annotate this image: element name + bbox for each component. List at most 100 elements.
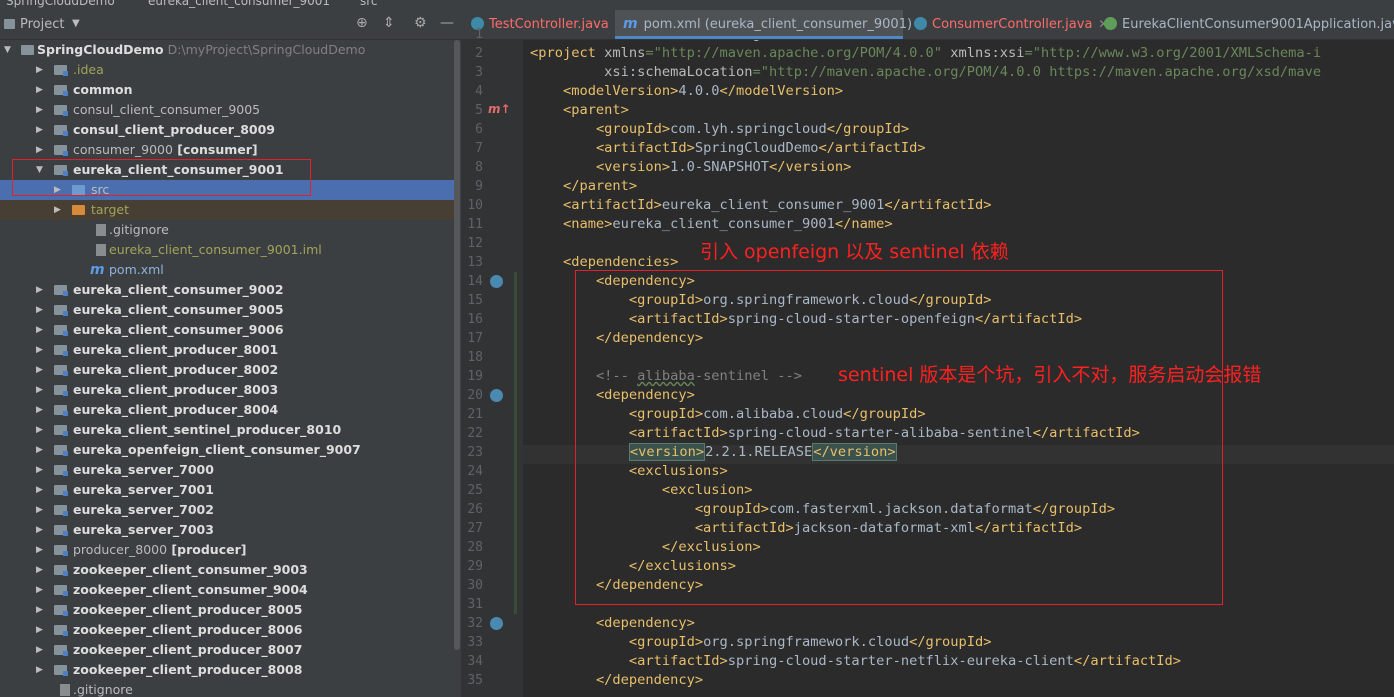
dependency-icon[interactable] xyxy=(490,617,503,630)
breadcrumb-item-module[interactable]: eureka_client_consumer_9001 xyxy=(148,0,330,8)
chevron-right-icon[interactable]: ▶ xyxy=(36,600,43,620)
code-line[interactable]: <artifactId>eureka_client_consumer_9001<… xyxy=(530,196,992,215)
chevron-right-icon[interactable]: ▶ xyxy=(36,520,43,540)
tree-item[interactable]: ▶ eureka_client_consumer_9002 xyxy=(0,280,454,300)
code-line[interactable]: <project xmlns="http://maven.apache.org/… xyxy=(530,44,1321,63)
chevron-right-icon[interactable]: ▶ xyxy=(36,80,43,100)
dependency-icon[interactable] xyxy=(490,389,503,402)
tree-item[interactable]: ▶ zookeeper_client_producer_8008 xyxy=(0,660,454,680)
tree-item[interactable]: .gitignore xyxy=(0,220,454,240)
chevron-right-icon[interactable]: ▶ xyxy=(36,320,43,340)
chevron-right-icon[interactable]: ▶ xyxy=(36,500,43,520)
dependency-icon[interactable] xyxy=(490,275,503,288)
chevron-right-icon[interactable]: ▶ xyxy=(36,440,43,460)
code-line[interactable]: </dependency> xyxy=(530,671,703,690)
code-line[interactable]: <artifactId>SpringCloudDemo</artifactId> xyxy=(530,139,926,158)
tree-item[interactable]: ▶ eureka_server_7003 xyxy=(0,520,454,540)
tree-item[interactable]: ▶ target xyxy=(0,200,454,220)
gear-icon[interactable]: ⚙ xyxy=(414,15,427,31)
editor-tab[interactable]: TestController.java✕ xyxy=(463,10,625,39)
tree-item[interactable]: ▶ .idea xyxy=(0,60,454,80)
code-line[interactable]: <modelVersion>4.0.0</modelVersion> xyxy=(530,82,843,101)
code-line[interactable]: <dependency> xyxy=(530,614,695,633)
code-line[interactable]: xsi:schemaLocation="http://maven.apache.… xyxy=(530,63,1321,82)
tree-item-label: zookeeper_client_consumer_9004 xyxy=(73,580,308,600)
editor-tab[interactable]: EurekaClientConsumer9001Application.java xyxy=(1096,10,1394,39)
chevron-right-icon[interactable]: ▶ xyxy=(36,300,43,320)
tree-item[interactable]: ▶ eureka_server_7001 xyxy=(0,480,454,500)
code-token: version xyxy=(579,40,637,42)
project-scrollbar[interactable] xyxy=(454,40,460,650)
chevron-right-icon[interactable]: ▶ xyxy=(36,420,43,440)
chevron-right-icon[interactable]: ▶ xyxy=(36,560,43,580)
tree-item[interactable]: ▶ zookeeper_client_producer_8007 xyxy=(0,640,454,660)
tree-item[interactable]: ▶ eureka_client_consumer_9005 xyxy=(0,300,454,320)
tree-item[interactable]: ▶ eureka_client_producer_8002 xyxy=(0,360,454,380)
code-token: org.springframework.cloud xyxy=(703,634,910,650)
tree-item[interactable]: ▶ consul_client_consumer_9005 xyxy=(0,100,454,120)
tree-item[interactable]: ▶ eureka_client_consumer_9006 xyxy=(0,320,454,340)
folder-icon xyxy=(54,325,68,336)
tree-item[interactable]: ▶ eureka_client_sentinel_producer_8010 xyxy=(0,420,454,440)
code-line[interactable]: <parent> xyxy=(530,101,629,120)
tree-item[interactable]: ▶ zookeeper_client_consumer_9004 xyxy=(0,580,454,600)
tree-item-name: zookeeper_client_producer_8007 xyxy=(73,642,303,657)
chevron-down-icon[interactable]: ▼ xyxy=(72,18,80,29)
chevron-right-icon[interactable]: ▶ xyxy=(54,200,61,220)
tree-item[interactable]: ▶ zookeeper_client_producer_8006 xyxy=(0,620,454,640)
chevron-right-icon[interactable]: ▶ xyxy=(36,620,43,640)
tree-item[interactable]: .gitignore xyxy=(0,680,454,697)
tree-item[interactable]: ▶ eureka_client_producer_8001 xyxy=(0,340,454,360)
code-token: com.lyh.springcloud xyxy=(670,121,827,137)
editor-tab-label: pom.xml (eureka_client_consumer_9001) xyxy=(643,17,913,32)
code-line[interactable]: <groupId>com.lyh.springcloud</groupId> xyxy=(530,120,909,139)
breadcrumb-item-root[interactable]: SpringCloudDemo xyxy=(6,0,115,8)
code-line[interactable]: </parent> xyxy=(530,177,637,196)
editor-tab[interactable]: mpom.xml (eureka_client_consumer_9001)✕ xyxy=(615,10,928,39)
chevron-right-icon[interactable]: ▶ xyxy=(36,280,43,300)
tree-item[interactable]: ▶ producer_8000 [producer] xyxy=(0,540,454,560)
editor-tab[interactable]: ConsumerController.java✕ xyxy=(906,10,1108,39)
chevron-right-icon[interactable]: ▶ xyxy=(36,640,43,660)
code-line[interactable]: <groupId>org.springframework.cloud</grou… xyxy=(530,633,992,652)
tree-item[interactable]: ▶ eureka_server_7000 xyxy=(0,460,454,480)
project-panel-title[interactable]: Project xyxy=(20,17,64,32)
breadcrumb-item-src[interactable]: src xyxy=(360,0,378,8)
code-line[interactable]: <artifactId>spring-cloud-starter-netflix… xyxy=(530,652,1181,671)
tree-item[interactable]: m pom.xml xyxy=(0,260,454,280)
collapse-all-icon[interactable]: ⇕ xyxy=(383,15,395,31)
tree-item[interactable]: ▶ zookeeper_client_consumer_9003 xyxy=(0,560,454,580)
chevron-right-icon[interactable]: ▶ xyxy=(36,580,43,600)
hide-icon[interactable]: — xyxy=(440,15,454,31)
chevron-right-icon[interactable]: ▶ xyxy=(36,120,43,140)
tree-item[interactable]: ▶ eureka_client_producer_8004 xyxy=(0,400,454,420)
tree-item[interactable]: ▶ consumer_9000 [consumer] xyxy=(0,140,454,160)
chevron-right-icon[interactable]: ▶ xyxy=(36,140,43,160)
chevron-right-icon[interactable]: ▶ xyxy=(36,540,43,560)
chevron-right-icon[interactable]: ▶ xyxy=(36,60,43,80)
tree-item[interactable]: ▶ consul_client_producer_8009 xyxy=(0,120,454,140)
tree-item-tag: [consumer] xyxy=(172,142,258,157)
chevron-right-icon[interactable]: ▶ xyxy=(36,460,43,480)
chevron-right-icon[interactable]: ▶ xyxy=(36,340,43,360)
chevron-right-icon[interactable]: ▶ xyxy=(36,660,43,680)
code-line[interactable]: <name>eureka_client_consumer_9001</name> xyxy=(530,215,893,234)
chevron-right-icon[interactable]: ▶ xyxy=(36,380,43,400)
tree-item[interactable]: ▶ eureka_openfeign_client_consumer_9007 xyxy=(0,440,454,460)
tree-item-label: SpringCloudDemo D:\myProject\SpringCloud… xyxy=(37,40,365,60)
tree-item[interactable]: ▶ common xyxy=(0,80,454,100)
code-line[interactable]: <version>1.0-SNAPSHOT</version> xyxy=(530,158,851,177)
chevron-down-icon[interactable]: ▼ xyxy=(4,40,11,60)
tree-item[interactable]: ▶ zookeeper_client_producer_8005 xyxy=(0,600,454,620)
chevron-right-icon[interactable]: ▶ xyxy=(36,100,43,120)
chevron-right-icon[interactable]: ▶ xyxy=(36,360,43,380)
m-up-arrow-icon[interactable]: m↑ xyxy=(488,102,511,116)
tree-item-label: eureka_client_consumer_9001.iml xyxy=(109,240,322,260)
tree-item[interactable]: eureka_client_consumer_9001.iml xyxy=(0,240,454,260)
locate-icon[interactable]: ⊕ xyxy=(356,15,368,31)
chevron-right-icon[interactable]: ▶ xyxy=(36,400,43,420)
chevron-right-icon[interactable]: ▶ xyxy=(36,480,43,500)
tree-item[interactable]: ▶ eureka_client_producer_8003 xyxy=(0,380,454,400)
tree-item[interactable]: ▶ eureka_server_7002 xyxy=(0,500,454,520)
tree-item[interactable]: ▼ SpringCloudDemo D:\myProject\SpringClou… xyxy=(0,40,454,60)
